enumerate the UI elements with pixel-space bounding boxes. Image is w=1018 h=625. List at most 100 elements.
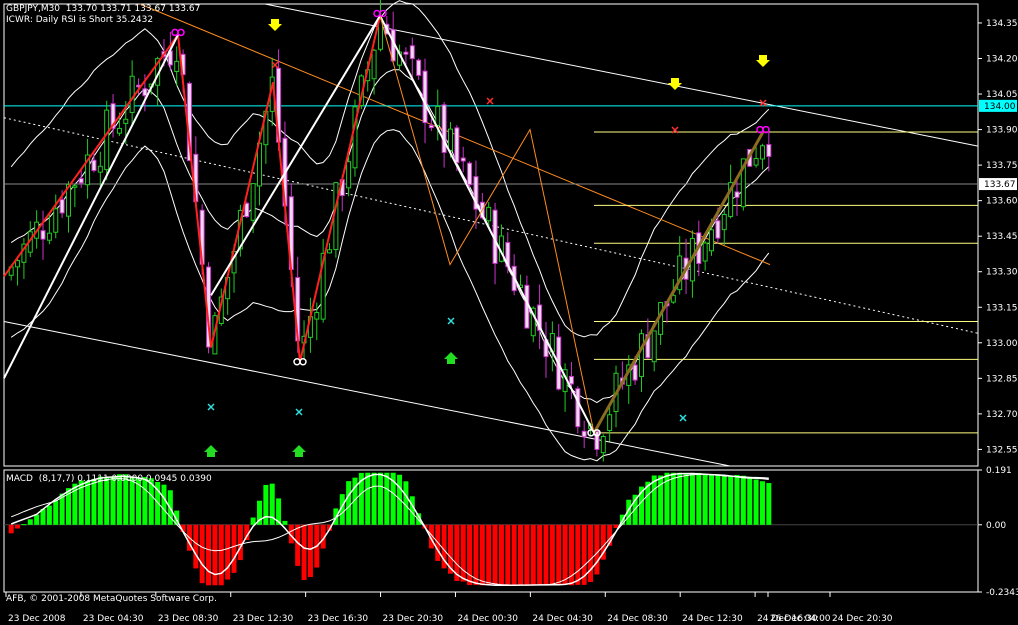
macd-tick-label: -0.2343	[986, 588, 1018, 598]
macd-histogram-bar	[702, 474, 708, 525]
macd-histogram-bar	[282, 520, 288, 525]
time-tick-label: 26 Dec 04:00	[770, 614, 831, 624]
macd-histogram-bar	[206, 524, 212, 586]
macd-histogram-bar	[8, 524, 14, 534]
chart-canvas[interactable]: 134.35 134.20 134.05 133.90 133.75 133.60 133.…	[0, 0, 1018, 625]
macd-histogram-bar	[524, 524, 530, 586]
macd-histogram-bar	[237, 524, 243, 561]
macd-histogram-bar	[460, 524, 466, 582]
macd-histogram-bar	[518, 524, 524, 586]
candle-body	[715, 220, 721, 239]
candle-body	[72, 185, 78, 188]
candle-body	[467, 162, 473, 186]
price-tick-label: 133.45	[986, 232, 1018, 242]
up-arrow-icon	[204, 445, 218, 457]
macd-histogram-bar	[753, 479, 759, 525]
candle-body	[454, 127, 460, 164]
macd-histogram-bar	[543, 524, 549, 585]
white-swing-2	[210, 13, 595, 434]
candle-body	[116, 127, 122, 134]
macd-histogram-bar	[377, 472, 383, 525]
macd-histogram-bar	[15, 524, 21, 529]
macd-histogram-bar	[728, 476, 734, 525]
time-tick-label: 24 Dec 08:30	[607, 614, 668, 624]
macd-histogram-bar	[473, 524, 479, 586]
lower-channel-line	[3, 320, 731, 467]
candle-body	[346, 161, 352, 189]
price-tick-label: 132.70	[986, 410, 1018, 420]
candle-body	[409, 45, 415, 60]
macd-histogram-bar	[588, 524, 594, 583]
macd-histogram-bar	[225, 524, 231, 580]
candle-body	[123, 118, 129, 124]
candle-body	[753, 157, 759, 166]
current-price-label: 133.67	[984, 180, 1016, 190]
time-tick-label: 23 Dec 04:30	[83, 614, 144, 624]
time-tick-label: 24 Dec 20:30	[832, 614, 893, 624]
macd-label: MACD (8,17,7) 0.1111 0.0000 0.0945 0.039…	[6, 474, 212, 484]
candle-body	[403, 51, 409, 55]
candle-body	[327, 249, 333, 254]
macd-histogram-bar	[530, 524, 536, 586]
time-tick-label: 23 Dec 16:30	[308, 614, 369, 624]
macd-histogram-bar	[740, 475, 746, 525]
price-tick-label: 132.55	[986, 445, 1018, 455]
price-tick-label: 134.05	[986, 90, 1018, 100]
candle-body	[435, 105, 441, 126]
time-tick-label: 24 Dec 12:30	[682, 614, 743, 624]
macd-histogram-bar	[34, 514, 40, 525]
copyright-text: AFB, © 2001-2008 MetaQuotes Software Cor…	[6, 594, 217, 604]
macd-histogram-bar	[594, 524, 600, 575]
macd-histogram-bar	[562, 524, 568, 585]
candle-body	[702, 242, 708, 262]
macd-histogram-bar	[709, 475, 715, 525]
candle-body	[416, 59, 422, 76]
macd-histogram-bar	[492, 524, 498, 586]
macd-histogram-bar	[91, 478, 97, 525]
candle-body	[568, 375, 574, 385]
macd-histogram-bar	[301, 524, 307, 580]
candle-body	[174, 60, 180, 73]
macd-histogram-bar	[479, 524, 485, 586]
candle-body	[709, 229, 715, 252]
macd-histogram-bar	[21, 524, 27, 526]
candle-body	[129, 75, 135, 113]
macd-histogram-bar	[498, 524, 504, 586]
macd-histogram-bar	[53, 500, 59, 525]
dotted-trend-line	[3, 117, 979, 334]
candle-body	[250, 183, 256, 221]
macd-histogram-bar	[346, 481, 352, 525]
candle-body	[607, 414, 613, 431]
macd-histogram-bar	[212, 524, 218, 586]
macd-histogram-bar	[231, 524, 237, 573]
macd-histogram-bar	[766, 483, 772, 525]
symbol-info: GBPJPY,M30 133.70 133.71 133.67 133.67	[6, 4, 201, 14]
candle-body	[15, 260, 21, 268]
candle-body	[734, 191, 740, 198]
macd-tick-label: 0.00	[986, 521, 1006, 531]
candle-body	[422, 70, 428, 124]
candle-body	[766, 144, 772, 157]
candle-body	[460, 157, 466, 162]
macd-histogram-bar	[365, 472, 371, 525]
macd-histogram-bar	[263, 484, 269, 525]
time-tick-label: 23 Dec 20:30	[383, 614, 444, 624]
macd-histogram-bar	[575, 524, 581, 585]
price-tick-label: 134.35	[986, 19, 1018, 29]
macd-histogram-bar	[199, 524, 205, 584]
candle-body	[632, 364, 638, 381]
macd-histogram-bar	[683, 472, 689, 525]
candle-body	[721, 213, 727, 231]
candle-body	[638, 333, 644, 377]
brown-swing-line	[592, 131, 765, 434]
time-tick-label: 24 Dec 00:30	[457, 614, 518, 624]
candle-body	[447, 128, 453, 151]
candle-body	[40, 230, 46, 240]
pivot-circle-marker	[373, 9, 381, 18]
macd-histogram-bar	[295, 524, 301, 566]
price-tick-label: 133.15	[986, 303, 1018, 313]
candle-body	[104, 109, 110, 171]
macd-histogram-bar	[27, 519, 33, 525]
macd-histogram-bar	[537, 524, 543, 585]
macd-histogram-bar	[193, 524, 199, 569]
